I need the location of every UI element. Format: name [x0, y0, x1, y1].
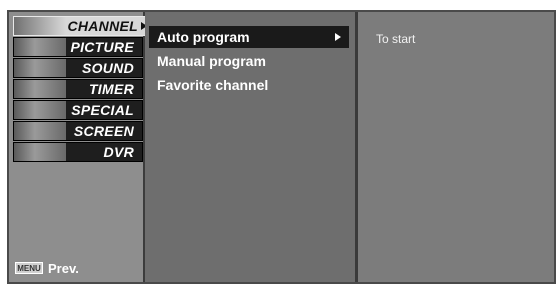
arrow-right-icon — [335, 33, 341, 41]
category-item-screen[interactable]: SCREEN — [13, 121, 143, 141]
sound-thumbnail-icon — [14, 59, 66, 77]
category-item-channel[interactable]: CHANNEL — [13, 16, 149, 36]
submenu-item-label: Favorite channel — [157, 77, 269, 93]
category-item-sound[interactable]: SOUND — [13, 58, 143, 78]
category-label: CHANNEL — [67, 18, 138, 34]
special-thumbnail-icon — [14, 101, 66, 119]
submenu-item-favorite-channel[interactable]: Favorite channel — [149, 74, 349, 96]
category-label: SCREEN — [73, 123, 134, 139]
category-panel: CHANNEL PICTURE SOUND TIMER SPECIAL SCRE… — [9, 12, 149, 282]
menu-key-icon: MENU — [15, 262, 43, 274]
prev-label: Prev. — [48, 260, 79, 276]
submenu-list: Auto program Manual program Favorite cha… — [149, 26, 349, 98]
category-label: SOUND — [81, 60, 134, 76]
category-label: DVR — [103, 144, 134, 160]
submenu-item-label: Manual program — [157, 53, 266, 69]
category-item-picture[interactable]: PICTURE — [13, 37, 143, 57]
picture-thumbnail-icon — [14, 38, 66, 56]
submenu-item-auto-program[interactable]: Auto program — [149, 26, 349, 48]
submenu-panel: Auto program Manual program Favorite cha… — [145, 12, 358, 282]
category-label: SPECIAL — [71, 102, 134, 118]
category-label: TIMER — [88, 81, 134, 97]
timer-thumbnail-icon — [14, 80, 66, 98]
category-list: CHANNEL PICTURE SOUND TIMER SPECIAL SCRE… — [13, 16, 149, 163]
tv-osd-menu: CHANNEL PICTURE SOUND TIMER SPECIAL SCRE… — [7, 10, 556, 284]
info-panel: To start — [358, 12, 554, 282]
submenu-item-label: Auto program — [157, 29, 250, 45]
prev-hint[interactable]: MENU Prev. — [15, 260, 79, 276]
channel-thumbnail-icon — [14, 17, 66, 35]
category-item-dvr[interactable]: DVR — [13, 142, 143, 162]
submenu-item-manual-program[interactable]: Manual program — [149, 50, 349, 72]
info-text: To start — [376, 32, 416, 46]
category-label: PICTURE — [70, 39, 134, 55]
dvr-thumbnail-icon — [14, 143, 66, 161]
screen-thumbnail-icon — [14, 122, 66, 140]
category-item-timer[interactable]: TIMER — [13, 79, 143, 99]
category-item-special[interactable]: SPECIAL — [13, 100, 143, 120]
